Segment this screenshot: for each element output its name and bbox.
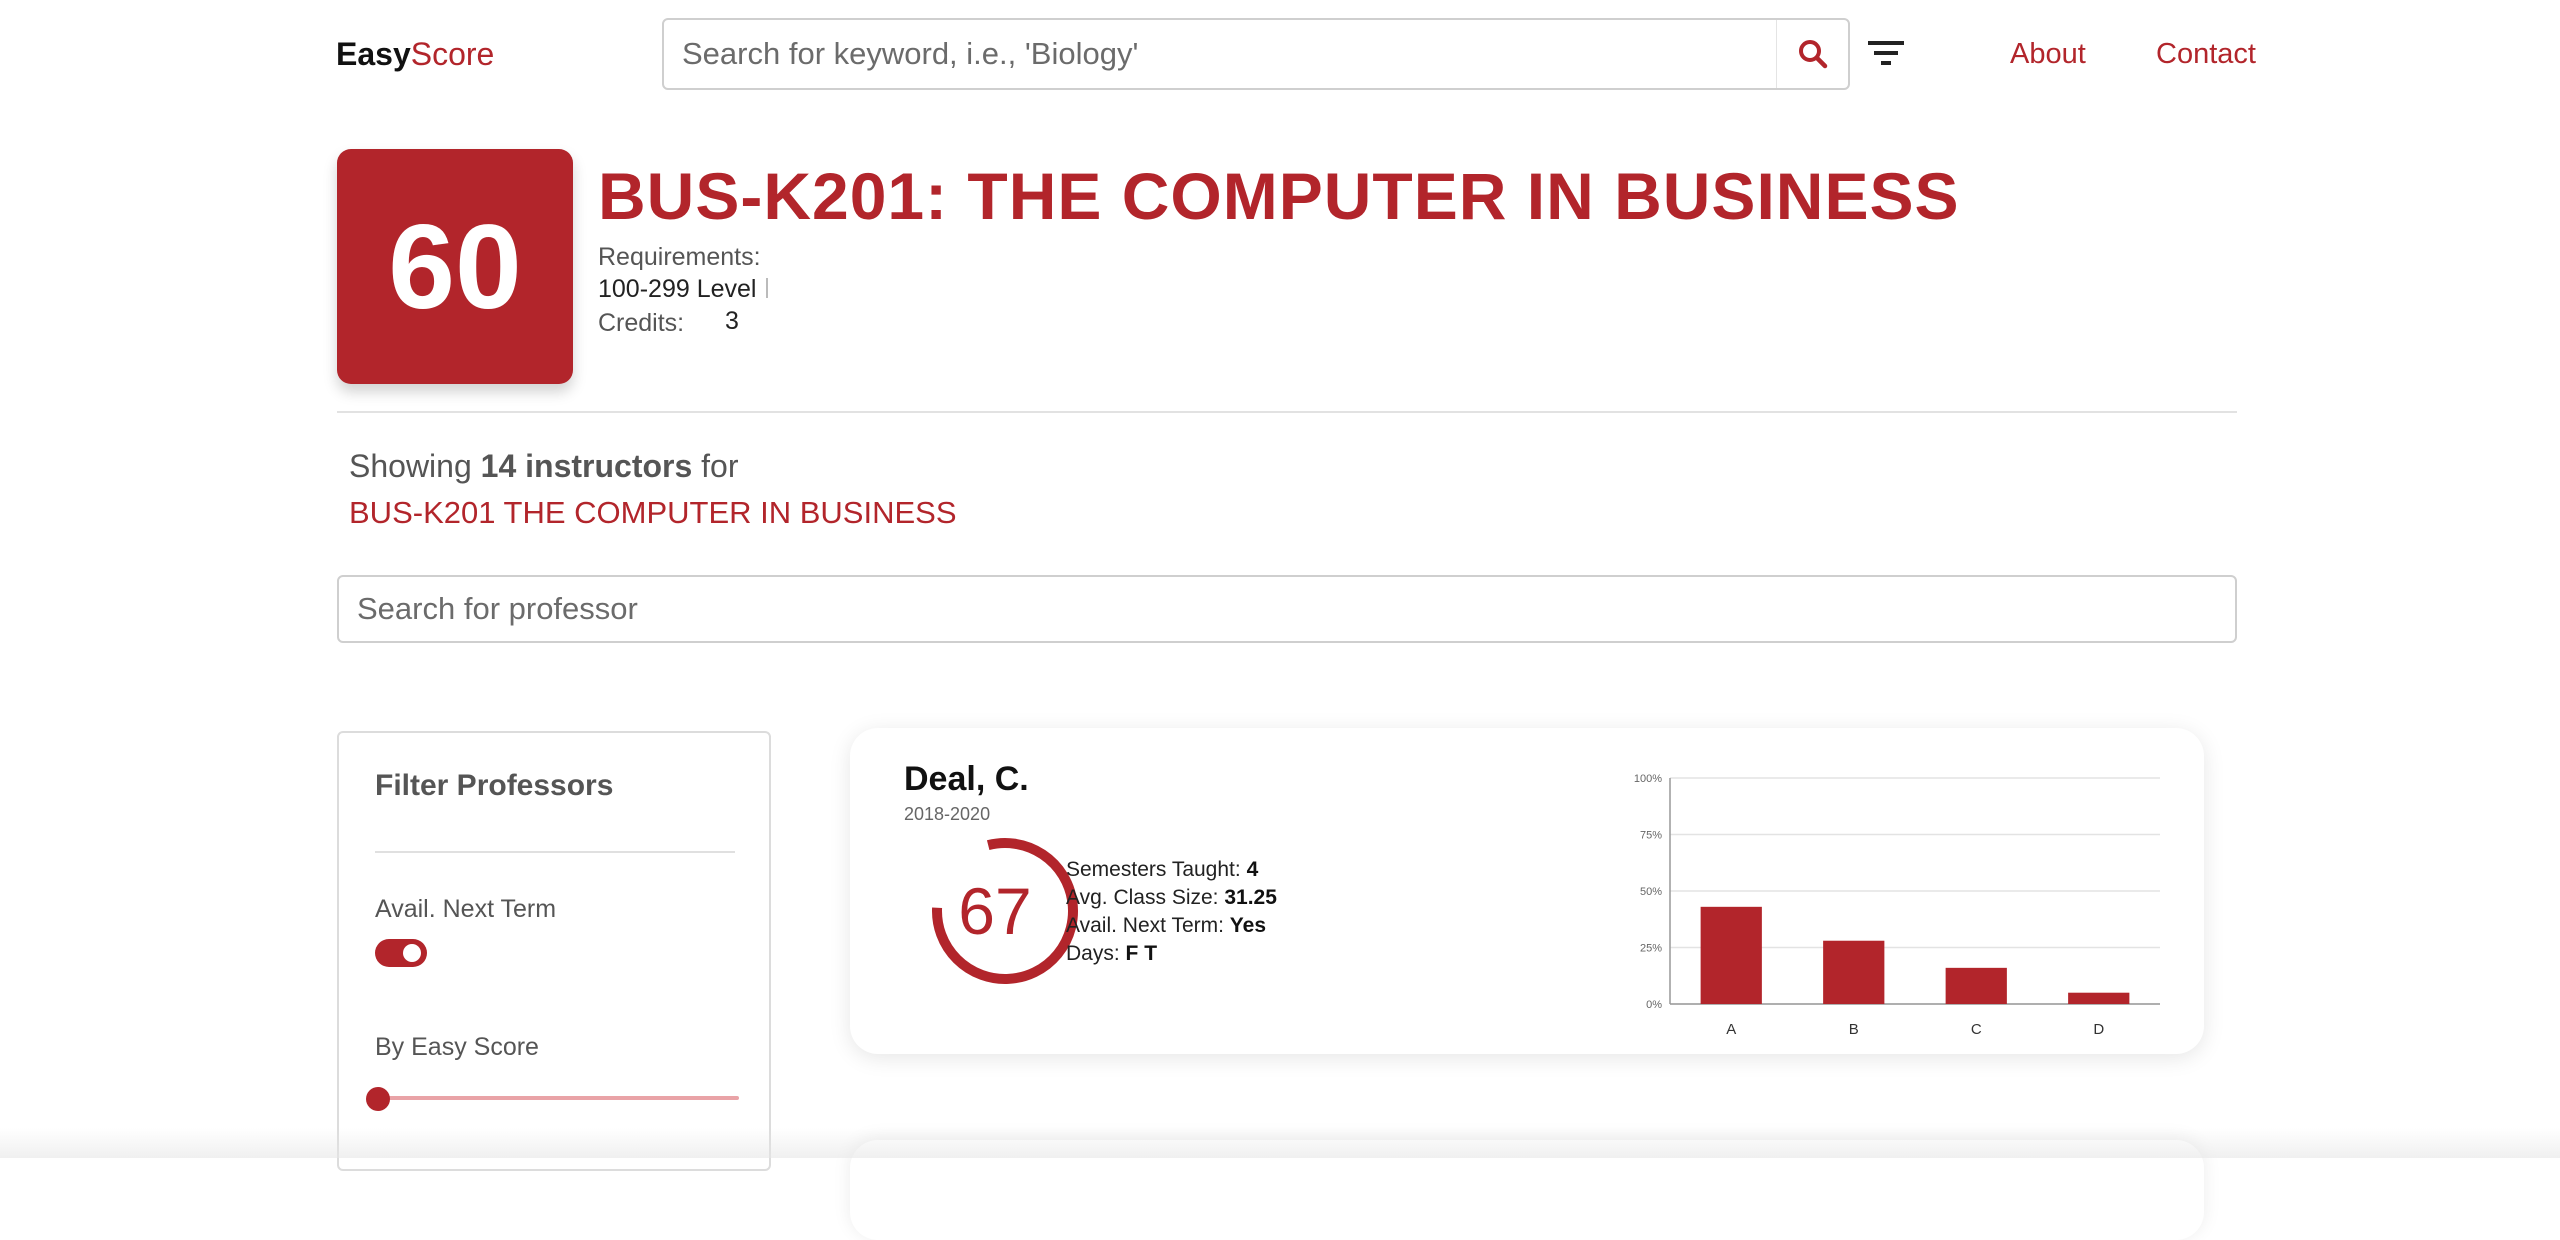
grade-distribution-chart: 0% 25% 50% 75% 100% A B C D: [1634, 773, 2160, 1038]
bottom-fade: [0, 1128, 2560, 1158]
professor-stats: Semesters Taught: 4 Avg. Class Size: 31.…: [1066, 856, 1277, 968]
instructor-count: 14 instructors: [480, 448, 693, 484]
avail-next-term-label: Avail. Next Term: [375, 895, 557, 923]
easy-score-slider-track[interactable]: [379, 1096, 739, 1100]
top-nav: EasyScore About Contact: [0, 0, 2560, 108]
showing-course-name: BUS-K201 THE COMPUTER IN BUSINESS: [349, 495, 957, 530]
nav-about-link[interactable]: About: [2010, 36, 2086, 72]
y-tick-label: 25%: [1640, 943, 1662, 955]
toggle-knob: [403, 944, 421, 962]
search-icon: [1798, 40, 1827, 69]
search-button[interactable]: [1776, 20, 1848, 88]
professor-name: Deal, C.: [904, 760, 1029, 798]
course-score: 60: [388, 199, 522, 334]
avg-class-size: Avg. Class Size: 31.25: [1066, 886, 1277, 909]
semesters-taught: Semesters Taught: 4: [1066, 858, 1259, 881]
logo-bold: Easy: [336, 36, 411, 72]
filter-icon[interactable]: [1868, 38, 1904, 68]
x-tick-label: C: [1971, 1021, 1982, 1038]
nav-contact-link[interactable]: Contact: [2156, 36, 2256, 72]
course-score-badge: 60: [337, 149, 573, 384]
logo-rest: Score: [410, 36, 495, 72]
professor-score: 67: [958, 874, 1032, 948]
divider: [766, 278, 768, 298]
professor-search: [337, 575, 2237, 643]
showing-suffix: for: [701, 448, 739, 484]
professor-card[interactable]: Deal, C. 2018-2020 67 Semesters Taught: …: [850, 728, 2204, 1054]
showing-prefix: Showing: [349, 448, 472, 484]
y-tick-label: 50%: [1640, 886, 1662, 898]
x-tick-label: D: [2093, 1021, 2104, 1038]
bar-a: [1700, 906, 1762, 1004]
credits-label: Credits:: [598, 309, 685, 337]
section-divider: [337, 411, 2237, 413]
easy-score-slider-thumb[interactable]: [366, 1087, 390, 1111]
professor-years: 2018-2020: [904, 804, 991, 824]
x-tick-label: B: [1849, 1021, 1859, 1038]
bar-d: [2068, 992, 2130, 1004]
avail-next-term-toggle[interactable]: [375, 939, 427, 967]
professor-search-input[interactable]: [357, 587, 2217, 631]
requirements-label: Requirements:: [598, 243, 761, 271]
keyword-search: [662, 18, 1850, 90]
x-tick-label: A: [1726, 1021, 1736, 1038]
days: Days: F T: [1066, 942, 1158, 965]
easy-score-label: By Easy Score: [375, 1033, 539, 1061]
y-tick-label: 75%: [1640, 830, 1662, 842]
bar-b: [1823, 940, 1885, 1004]
y-tick-label: 0%: [1646, 999, 1662, 1011]
filter-divider: [375, 851, 735, 853]
keyword-search-input[interactable]: [682, 30, 1762, 78]
avail-next-term: Avail. Next Term: Yes: [1066, 914, 1267, 937]
course-level: 100-299 Level: [598, 275, 757, 303]
filter-panel: Filter Professors Avail. Next Term By Ea…: [337, 731, 771, 1171]
bar-c: [1945, 967, 2007, 1004]
credits-value: 3: [725, 307, 739, 335]
filter-title: Filter Professors: [375, 769, 614, 802]
y-tick-label: 100%: [1634, 773, 1662, 785]
course-title: BUS-K201: THE COMPUTER IN BUSINESS: [598, 159, 1960, 233]
logo[interactable]: EasyScore: [336, 36, 494, 72]
showing-summary: Showing 14 instructors for: [349, 446, 739, 486]
